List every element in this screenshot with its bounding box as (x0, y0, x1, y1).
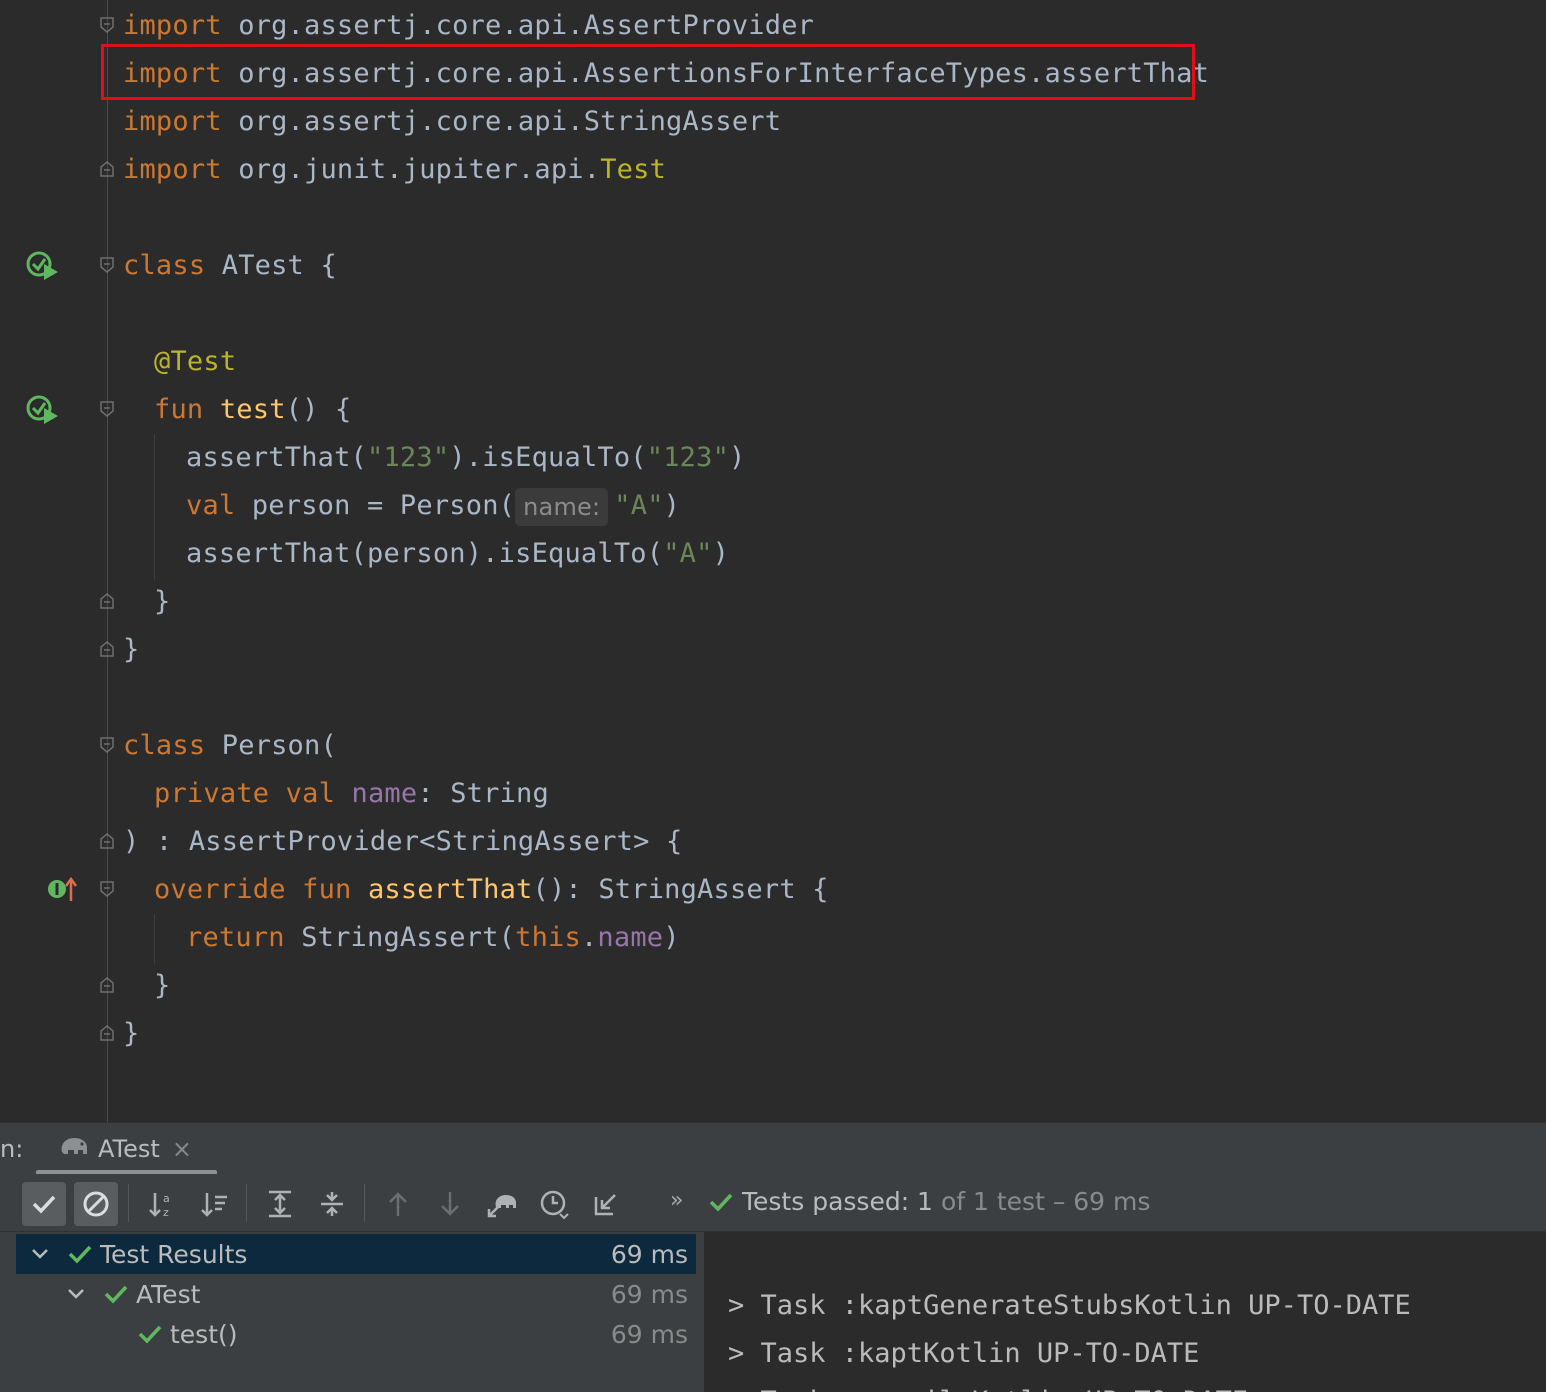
tree-label: ATest (136, 1279, 201, 1309)
fold-end-icon[interactable] (100, 833, 114, 849)
code-line-22: } (123, 1018, 140, 1049)
export-icon (594, 1194, 616, 1216)
expand-all-icon (269, 1190, 291, 1218)
fold-end-icon[interactable] (100, 161, 114, 177)
ignored-icon (83, 1191, 109, 1217)
close-icon[interactable]: × (172, 1135, 192, 1163)
check-icon (32, 1195, 56, 1214)
tree-row-test-results[interactable]: Test Results 69 ms (16, 1234, 696, 1274)
panel-splitter[interactable] (696, 1232, 704, 1392)
fold-start-icon[interactable] (100, 257, 114, 273)
code-line-16: class Person( (123, 730, 337, 761)
code-line-8: @Test (154, 346, 237, 377)
more-actions-icon[interactable]: » (670, 1188, 683, 1213)
code-line-12: assertThat(person).isEqualTo("A") (186, 538, 730, 569)
test-history-button[interactable] (532, 1182, 576, 1226)
gradle-import-icon (487, 1195, 516, 1218)
console-output[interactable]: > Task :kaptGenerateStubsKotlin UP-TO-DA… (704, 1232, 1546, 1392)
show-passed-button[interactable] (22, 1182, 66, 1226)
collapse-all-button[interactable] (310, 1182, 354, 1226)
code-editor[interactable]: import org.assertj.core.api.AssertProvid… (0, 0, 1546, 1122)
code-line-19: override fun assertThat(): StringAssert … (154, 874, 829, 905)
tree-label: test() (170, 1319, 238, 1349)
parameter-hint: name: (515, 487, 609, 526)
code-line-17: private val name: String (154, 778, 549, 809)
clock-icon (540, 1190, 569, 1220)
fold-start-icon[interactable] (100, 17, 114, 33)
code-line-14: } (123, 634, 140, 665)
code-line-21: } (154, 970, 171, 1001)
fold-end-icon[interactable] (100, 1025, 114, 1041)
code-line-9: fun test() { (154, 394, 352, 425)
show-ignored-button[interactable] (74, 1182, 118, 1226)
toolbar-separator (364, 1184, 365, 1222)
tree-label: Test Results (100, 1239, 248, 1269)
fold-start-icon[interactable] (100, 737, 114, 753)
tab-atest[interactable]: ATest × (58, 1131, 192, 1167)
check-icon (136, 1323, 164, 1345)
code-line-6: class ATest { (123, 250, 337, 281)
test-results-tree: Test Results 69 ms ATest 69 ms test() 69… (16, 1232, 696, 1392)
run-toolbar: az » Tests passed: 1 of 1 test – 69 ms (0, 1174, 1546, 1232)
next-failed-button[interactable] (428, 1182, 472, 1226)
indent-guide (154, 914, 155, 964)
check-icon (66, 1243, 94, 1265)
export-results-button[interactable] (584, 1182, 628, 1226)
indent-guide (154, 434, 155, 580)
fold-end-icon[interactable] (100, 641, 114, 657)
toolbar-separator (246, 1184, 247, 1222)
tests-summary-text: of 1 test – 69 ms (940, 1187, 1151, 1216)
previous-failed-button[interactable] (376, 1182, 420, 1226)
run-test-icon[interactable] (26, 394, 62, 426)
run-tool-window-header: n: ATest × (0, 1122, 1546, 1175)
code-line-20: return StringAssert(this.name) (186, 922, 680, 953)
console-line: > Task :kaptKotlin UP-TO-DATE (728, 1338, 1200, 1369)
code-line-11: val person = Person(name: "A") (186, 482, 680, 530)
code-line-10: assertThat("123").isEqualTo("123") (186, 442, 746, 473)
gradle-elephant-icon (58, 1134, 90, 1164)
code-line-4: import org.junit.jupiter.api.Test (123, 154, 667, 185)
tree-row-atest[interactable]: ATest 69 ms (16, 1274, 696, 1314)
tests-passed-text: Tests passed: 1 (742, 1187, 933, 1216)
tree-row-test[interactable]: test() 69 ms (16, 1314, 696, 1354)
import-tests-button[interactable] (480, 1182, 524, 1226)
svg-text:z: z (163, 1206, 169, 1219)
tests-status: Tests passed: 1 of 1 test – 69 ms (708, 1187, 1150, 1216)
run-label: n: (0, 1135, 24, 1163)
toolbar-separator (128, 1184, 129, 1222)
console-line: > Task :compileKotlin UP-TO-DATE (728, 1378, 1248, 1392)
expand-all-button[interactable] (258, 1182, 302, 1226)
check-icon (709, 1193, 733, 1212)
console-line: > Task :kaptGenerateStubsKotlin UP-TO-DA… (728, 1290, 1411, 1321)
highlight-annotation-box (101, 44, 1195, 100)
tab-atest-label: ATest (98, 1135, 160, 1163)
arrow-up-icon (389, 1192, 407, 1216)
check-icon (102, 1283, 130, 1305)
run-test-icon[interactable] (26, 250, 62, 282)
fold-end-icon[interactable] (100, 593, 114, 609)
code-line-13: } (154, 586, 171, 617)
arrow-down-icon (441, 1192, 459, 1216)
code-line-3: import org.assertj.core.api.StringAssert (123, 106, 782, 137)
svg-text:a: a (163, 1192, 170, 1205)
collapse-all-icon (321, 1192, 343, 1216)
fold-start-icon[interactable] (100, 401, 114, 417)
fold-end-icon[interactable] (100, 977, 114, 993)
sort-alpha-icon: az (149, 1192, 170, 1219)
sort-duration-icon (201, 1193, 227, 1217)
tree-time: 69 ms (610, 1279, 688, 1309)
left-strip (0, 1232, 16, 1392)
tree-time: 69 ms (610, 1319, 688, 1349)
tree-time: 69 ms (610, 1239, 688, 1269)
code-line-1: import org.assertj.core.api.AssertProvid… (123, 10, 815, 41)
sort-by-duration-button[interactable] (192, 1182, 236, 1226)
fold-start-icon[interactable] (100, 881, 114, 897)
code-line-18: ) : AssertProvider<StringAssert> { (123, 826, 683, 857)
chevron-down-icon[interactable] (64, 1287, 88, 1301)
sort-alphabetically-button[interactable]: az (140, 1182, 184, 1226)
implements-icon[interactable] (46, 875, 80, 905)
chevron-down-icon[interactable] (28, 1247, 52, 1261)
